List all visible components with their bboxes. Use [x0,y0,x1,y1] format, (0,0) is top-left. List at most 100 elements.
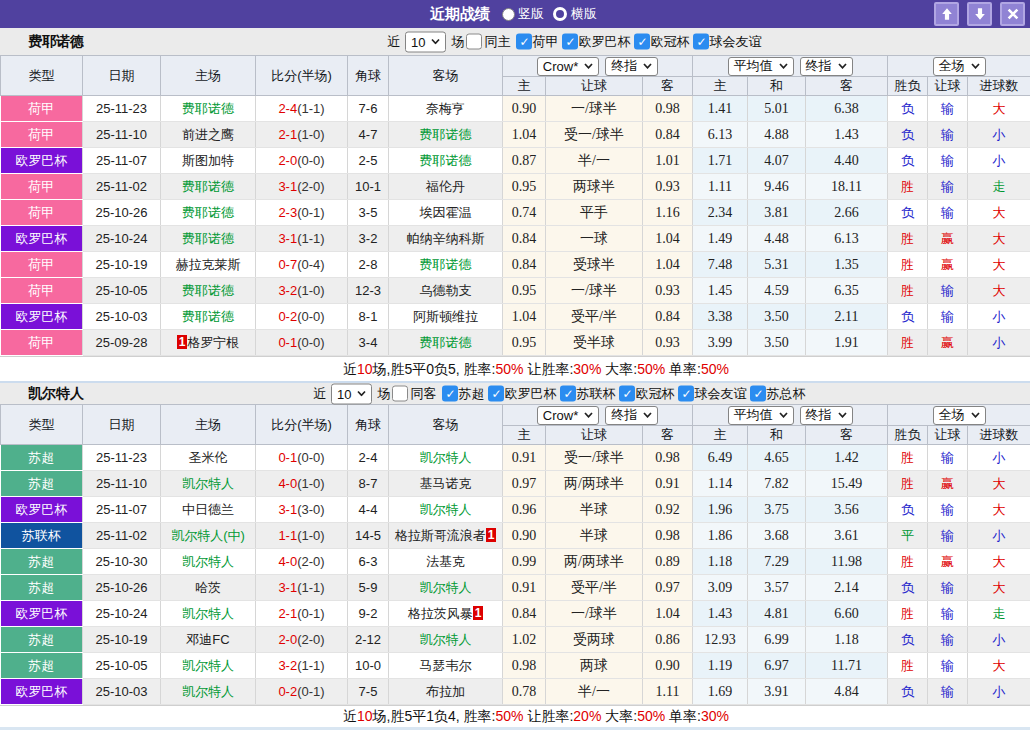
match-score: 3-1(2-0) [256,174,348,200]
chevron-down-icon [643,412,652,418]
result-outcome: 胜 [888,653,928,679]
match-score: 0-7(0-4) [256,252,348,278]
handicap-line: 受平/半 [546,575,643,601]
league-checkbox[interactable]: ✓ [750,386,766,402]
same-venue-checkbox[interactable] [392,386,408,402]
match-score: 2-0(2-0) [256,627,348,653]
crow-index-select[interactable]: 终指 [605,406,658,425]
result-goals: 小 [968,679,1030,705]
match-row: 欧罗巴杯25-10-03凯尔特人0-2(0-1)7-5布拉加0.78半/一1.1… [1,679,1030,705]
team-label: 费耶诺德 [420,127,472,142]
col-header-type: 类型 [1,56,83,96]
league-checkbox[interactable]: ✓ [634,34,650,50]
fulltime-score: 0-1 [278,450,297,465]
league-filter-label: 苏超 [458,385,484,403]
move-up-button[interactable] [934,2,959,26]
fulltime-score: 3-1 [278,231,297,246]
crow-index-select[interactable]: 终指 [605,57,658,76]
league-filter: ✓苏超 [442,385,484,403]
euro-index-select[interactable]: 终指 [800,57,853,76]
league-checkbox[interactable]: ✓ [562,34,578,50]
fulltime-score: 2-3 [278,205,297,220]
halftime-score: (1-0) [297,528,324,543]
team-label: 格拉茨风暴 [408,606,473,621]
result-handicap: 输 [928,174,968,200]
crow-company-select[interactable]: Crow* [537,57,599,76]
crow-away-odds: 0.93 [643,174,693,200]
crow-away-odds: 1.11 [643,679,693,705]
league-badge: 苏超 [1,549,83,575]
crow-away-odds: 0.93 [643,278,693,304]
team-label: 马瑟韦尔 [420,658,472,673]
corner-count: 9-2 [348,601,389,627]
league-badge: 荷甲 [1,96,83,122]
euro-home-odds: 6.13 [693,122,748,148]
result-handicap: 输 [928,148,968,174]
euro-company-select[interactable]: 平均值 [728,406,794,425]
team-label: 福伦丹 [426,179,465,194]
match-date: 25-11-23 [83,96,161,122]
radio-horizontal-layout[interactable]: 横版 [553,5,597,23]
team-label: 斯图加特 [182,153,234,168]
crow-company-select[interactable]: Crow* [537,406,599,425]
match-date: 25-11-23 [83,445,161,471]
home-team: 费耶诺德 [161,200,256,226]
league-badge: 欧罗巴杯 [1,497,83,523]
close-button[interactable] [1000,2,1025,26]
match-count-select[interactable]: 10 [331,383,372,404]
team-label: 费耶诺德 [420,153,472,168]
euro-away-odds: 4.84 [806,679,888,705]
scope-select[interactable]: 全场 [933,57,986,76]
home-team: 凯尔特人 [161,653,256,679]
radio-vertical-layout[interactable]: 竖版 [499,5,544,23]
league-checkbox[interactable]: ✓ [442,386,458,402]
move-down-button[interactable] [967,2,992,26]
euro-away-odds: 6.60 [806,601,888,627]
same-venue-checkbox[interactable] [466,34,482,50]
euro-away-odds: 1.43 [806,122,888,148]
fulltime-score: 0-2 [278,309,297,324]
league-checkbox[interactable]: ✓ [678,386,694,402]
league-checkbox[interactable]: ✓ [693,34,709,50]
match-date: 25-10-26 [83,575,161,601]
col-header-handicap: 让球 [546,77,643,96]
euro-away-odds: 11.71 [806,653,888,679]
handicap-line: 受平/半 [546,304,643,330]
fulltime-score: 4-0 [278,476,297,491]
match-row: 苏联杯25-11-02凯尔特人(中)1-1(1-0)14-5格拉斯哥流浪者10.… [1,523,1030,549]
euro-index-select[interactable]: 终指 [800,406,853,425]
close-icon [1006,7,1020,21]
euro-draw-odds: 5.31 [748,252,806,278]
col-header-score: 比分(半场) [256,56,348,96]
result-outcome: 负 [888,304,928,330]
scope-select[interactable]: 全场 [933,406,986,425]
handicap-line: 两/两球半 [546,471,643,497]
corner-count: 14-5 [348,523,389,549]
euro-away-odds: 6.38 [806,96,888,122]
filter-controls: 近10场同客✓苏超✓欧罗巴杯✓苏联杯✓欧冠杯✓球会友谊✓苏总杯 [311,383,805,404]
match-date: 25-11-10 [83,122,161,148]
filter-row: 费耶诺德 近10场同主✓荷甲✓欧罗巴杯✓欧冠杯✓球会友谊 [0,28,1030,55]
note-badge: 1 [486,528,497,542]
league-checkbox[interactable]: ✓ [516,34,532,50]
league-checkbox[interactable]: ✓ [560,386,576,402]
radio-selected-icon [502,8,515,21]
match-date: 25-10-24 [83,601,161,627]
team-label: 凯尔特人 [182,684,234,699]
same-venue-label: 同客 [410,385,436,403]
halftime-score: (0-0) [297,309,324,324]
fulltime-score: 4-0 [278,554,297,569]
team-label: 费耶诺德 [182,101,234,116]
match-score: 3-2(1-1) [256,653,348,679]
match-count-select[interactable]: 10 [405,31,446,52]
euro-company-select[interactable]: 平均值 [728,57,794,76]
result-goals: 小 [968,148,1030,174]
result-goals: 小 [968,523,1030,549]
fulltime-score: 3-2 [278,283,297,298]
league-checkbox[interactable]: ✓ [488,386,504,402]
match-row: 欧罗巴杯25-10-24凯尔特人2-1(0-1)9-2格拉茨风暴10.84一/球… [1,601,1030,627]
result-outcome: 胜 [888,601,928,627]
league-checkbox[interactable]: ✓ [619,386,635,402]
col-header-goals: 进球数 [968,426,1030,445]
handicap-line: 受两球 [546,627,643,653]
